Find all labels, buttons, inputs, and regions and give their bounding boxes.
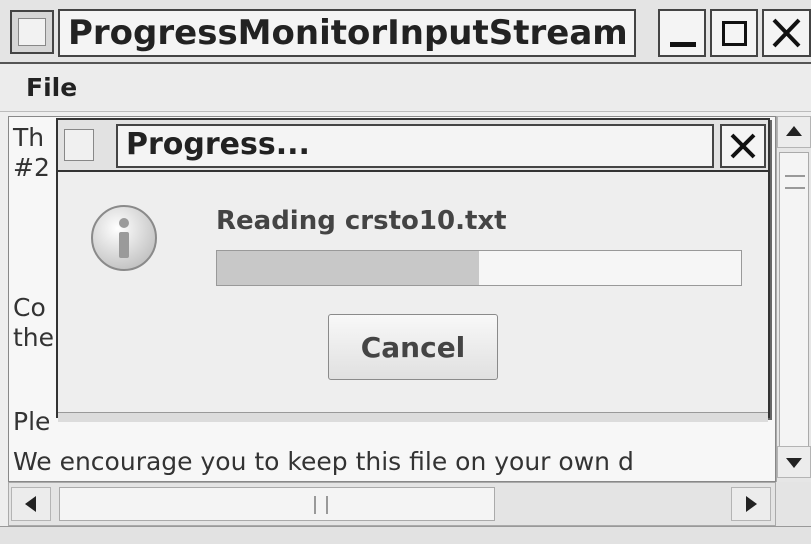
horizontal-scrollbar[interactable] bbox=[8, 482, 776, 526]
grip-icon bbox=[314, 496, 328, 514]
main-window-title-bar[interactable]: ProgressMonitorInputStream bbox=[0, 0, 811, 64]
text-line: Co bbox=[13, 293, 46, 322]
info-icon bbox=[91, 205, 157, 271]
close-icon bbox=[772, 18, 801, 48]
java-app-icon bbox=[64, 129, 94, 161]
java-app-icon bbox=[10, 10, 54, 54]
progress-bar bbox=[216, 250, 742, 286]
dialog-title: Progress... bbox=[116, 124, 714, 168]
dialog-close-button[interactable] bbox=[720, 124, 766, 168]
cancel-button[interactable]: Cancel bbox=[328, 314, 498, 380]
menu-file[interactable]: File bbox=[26, 72, 77, 104]
menu-bar: File bbox=[0, 64, 811, 112]
arrow-down-icon bbox=[786, 458, 802, 468]
scroll-corner bbox=[776, 482, 811, 526]
arrow-up-icon bbox=[786, 126, 802, 136]
arrow-right-icon bbox=[746, 496, 757, 512]
minimize-icon bbox=[670, 42, 696, 47]
text-line: Ple bbox=[13, 407, 51, 436]
main-window-title: ProgressMonitorInputStream bbox=[58, 9, 636, 57]
progress-message: Reading crsto10.txt bbox=[216, 206, 507, 236]
maximize-button[interactable] bbox=[710, 9, 758, 57]
text-line: Th bbox=[13, 123, 45, 152]
text-line: We encourage you to keep this file on yo… bbox=[13, 447, 634, 476]
scroll-down-button[interactable] bbox=[777, 446, 811, 478]
scroll-up-button[interactable] bbox=[777, 116, 811, 148]
maximize-icon bbox=[722, 21, 747, 46]
dialog-bottom-edge bbox=[58, 412, 768, 422]
dialog-title-bar[interactable]: Progress... bbox=[58, 120, 768, 172]
scroll-right-button[interactable] bbox=[731, 487, 771, 521]
text-line: #2 bbox=[13, 153, 50, 182]
close-icon bbox=[730, 133, 756, 159]
grip-icon bbox=[785, 175, 805, 189]
scroll-left-button[interactable] bbox=[11, 487, 51, 521]
arrow-left-icon bbox=[25, 496, 36, 512]
vertical-scroll-thumb[interactable] bbox=[779, 152, 809, 472]
progress-dialog: Progress... Reading crsto10.txt Cancel bbox=[56, 118, 770, 422]
minimize-button[interactable] bbox=[658, 9, 706, 57]
close-button[interactable] bbox=[762, 9, 811, 57]
progress-bar-fill bbox=[217, 251, 479, 285]
vertical-scrollbar[interactable] bbox=[776, 116, 811, 482]
text-line: the bbox=[13, 323, 55, 352]
window-bottom-edge bbox=[0, 526, 811, 544]
horizontal-scroll-thumb[interactable] bbox=[59, 487, 495, 521]
